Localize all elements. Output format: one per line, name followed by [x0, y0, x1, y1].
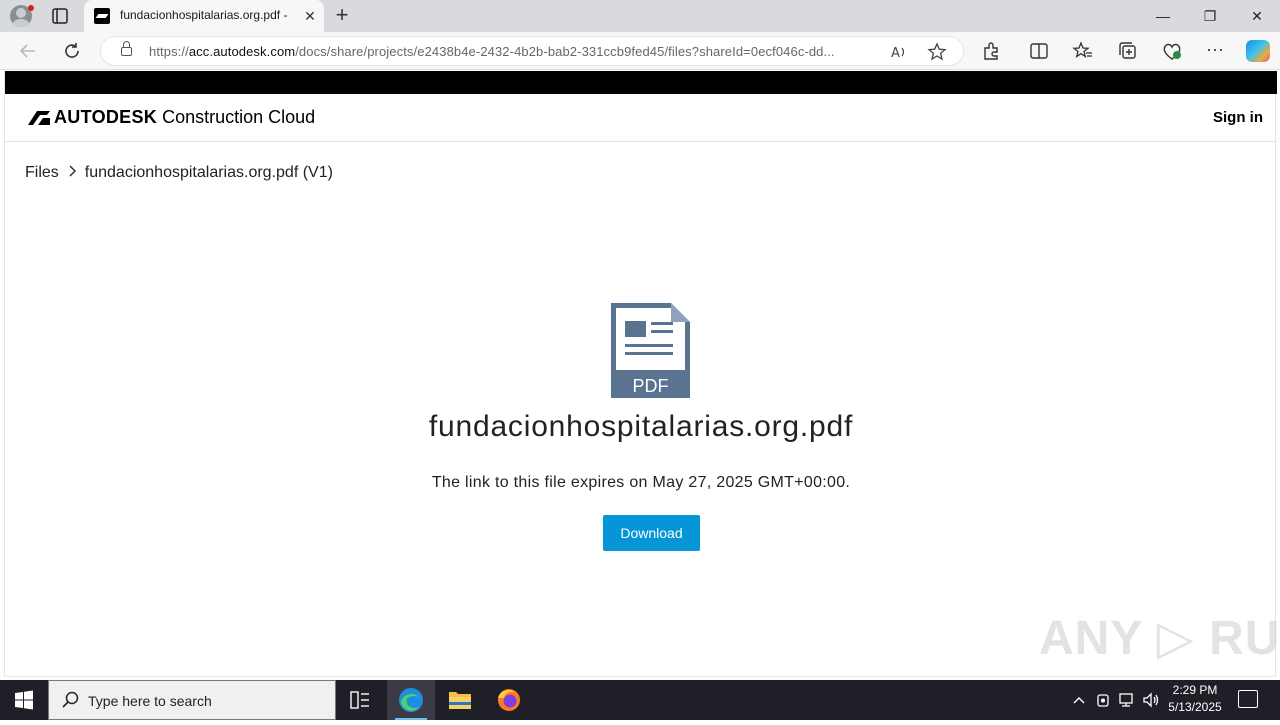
top-black-bar — [5, 71, 1277, 94]
system-clock[interactable]: 2:29 PM 5/13/2025 — [1164, 682, 1226, 716]
split-screen-icon[interactable] — [1028, 40, 1050, 62]
browser-toolbar: https://acc.autodesk.com/docs/share/proj… — [0, 32, 1280, 70]
tray-security-icon[interactable] — [1094, 690, 1112, 710]
taskbar-search-box[interactable]: Type here to search — [48, 680, 336, 720]
tray-chevron-up-icon[interactable] — [1070, 690, 1088, 710]
chevron-right-icon — [69, 165, 76, 177]
tab-title: fundacionhospitalarias.org.pdf - — [120, 8, 288, 22]
network-icon[interactable] — [1117, 690, 1137, 710]
file-name-title: fundacionhospitalarias.org.pdf — [428, 410, 854, 443]
clock-time: 2:29 PM — [1172, 683, 1218, 697]
favorites-icon[interactable] — [1072, 40, 1094, 62]
copilot-icon[interactable] — [1246, 40, 1270, 62]
edge-taskbar-app[interactable] — [387, 680, 435, 720]
breadcrumb-current-file: fundacionhospitalarias.org.pdf (V1) — [84, 164, 333, 181]
tab-actions-icon[interactable] — [50, 6, 70, 26]
autodesk-favicon-icon — [94, 8, 110, 24]
firefox-icon[interactable] — [485, 680, 533, 720]
anyrun-watermark: ANY ▷ RUN — [1039, 612, 1280, 665]
windows-start-icon[interactable] — [0, 680, 48, 720]
notification-center-icon[interactable] — [1238, 690, 1258, 708]
extensions-icon[interactable] — [980, 40, 1002, 62]
pdf-icon-label: PDF — [633, 376, 669, 396]
restore-button[interactable]: ❐ — [1187, 0, 1233, 32]
edge-icon — [399, 688, 423, 712]
tab-close-icon[interactable]: ✕ — [302, 8, 318, 24]
profile-notification-dot — [28, 5, 34, 11]
back-arrow-icon[interactable] — [16, 39, 40, 63]
pdf-file-icon: PDF — [611, 303, 690, 398]
breadcrumb: Files fundacionhospitalarias.org.pdf (V1) — [25, 164, 333, 182]
app-header: AUTODESK Construction Cloud Sign in — [5, 94, 1277, 142]
link-expiry-text: The link to this file expires on May 27,… — [431, 474, 851, 491]
volume-icon[interactable] — [1141, 690, 1161, 710]
svg-text:A: A — [891, 46, 900, 61]
favorite-star-icon[interactable] — [927, 42, 947, 62]
search-placeholder: Type here to search — [88, 693, 212, 709]
clock-date: 5/13/2025 — [1168, 700, 1222, 714]
sign-in-link[interactable]: Sign in — [1213, 109, 1263, 126]
refresh-icon[interactable] — [60, 39, 84, 63]
browser-tab-active[interactable]: fundacionhospitalarias.org.pdf - ✕ — [84, 0, 324, 32]
brand-name[interactable]: AUTODESK Construction Cloud — [54, 107, 315, 128]
browser-essentials-icon[interactable] — [1161, 40, 1183, 62]
autodesk-logo-icon[interactable] — [28, 111, 50, 125]
url-text[interactable]: https://acc.autodesk.com/docs/share/proj… — [149, 44, 881, 59]
breadcrumb-files-link[interactable]: Files — [25, 164, 59, 181]
new-tab-button[interactable]: + — [330, 4, 354, 28]
page-viewport: AUTODESK Construction Cloud Sign in File… — [4, 70, 1280, 677]
minimize-button[interactable]: — — [1140, 0, 1186, 32]
close-window-button[interactable]: ✕ — [1234, 0, 1280, 32]
download-button[interactable]: Download — [603, 515, 700, 551]
file-explorer-icon[interactable] — [436, 680, 484, 720]
task-view-icon[interactable] — [336, 680, 384, 720]
collections-icon[interactable] — [1117, 40, 1139, 62]
read-aloud-icon[interactable]: A — [889, 42, 909, 62]
search-icon — [62, 691, 79, 708]
lock-icon[interactable] — [121, 41, 132, 57]
windows-taskbar: Type here to search 2:29 PM 5/13/2025 — [0, 680, 1280, 720]
address-bar[interactable]: https://acc.autodesk.com/docs/share/proj… — [100, 36, 964, 66]
settings-more-icon[interactable]: ··· — [1204, 40, 1226, 62]
browser-tab-strip: fundacionhospitalarias.org.pdf - ✕ + — ❐… — [0, 0, 1280, 32]
